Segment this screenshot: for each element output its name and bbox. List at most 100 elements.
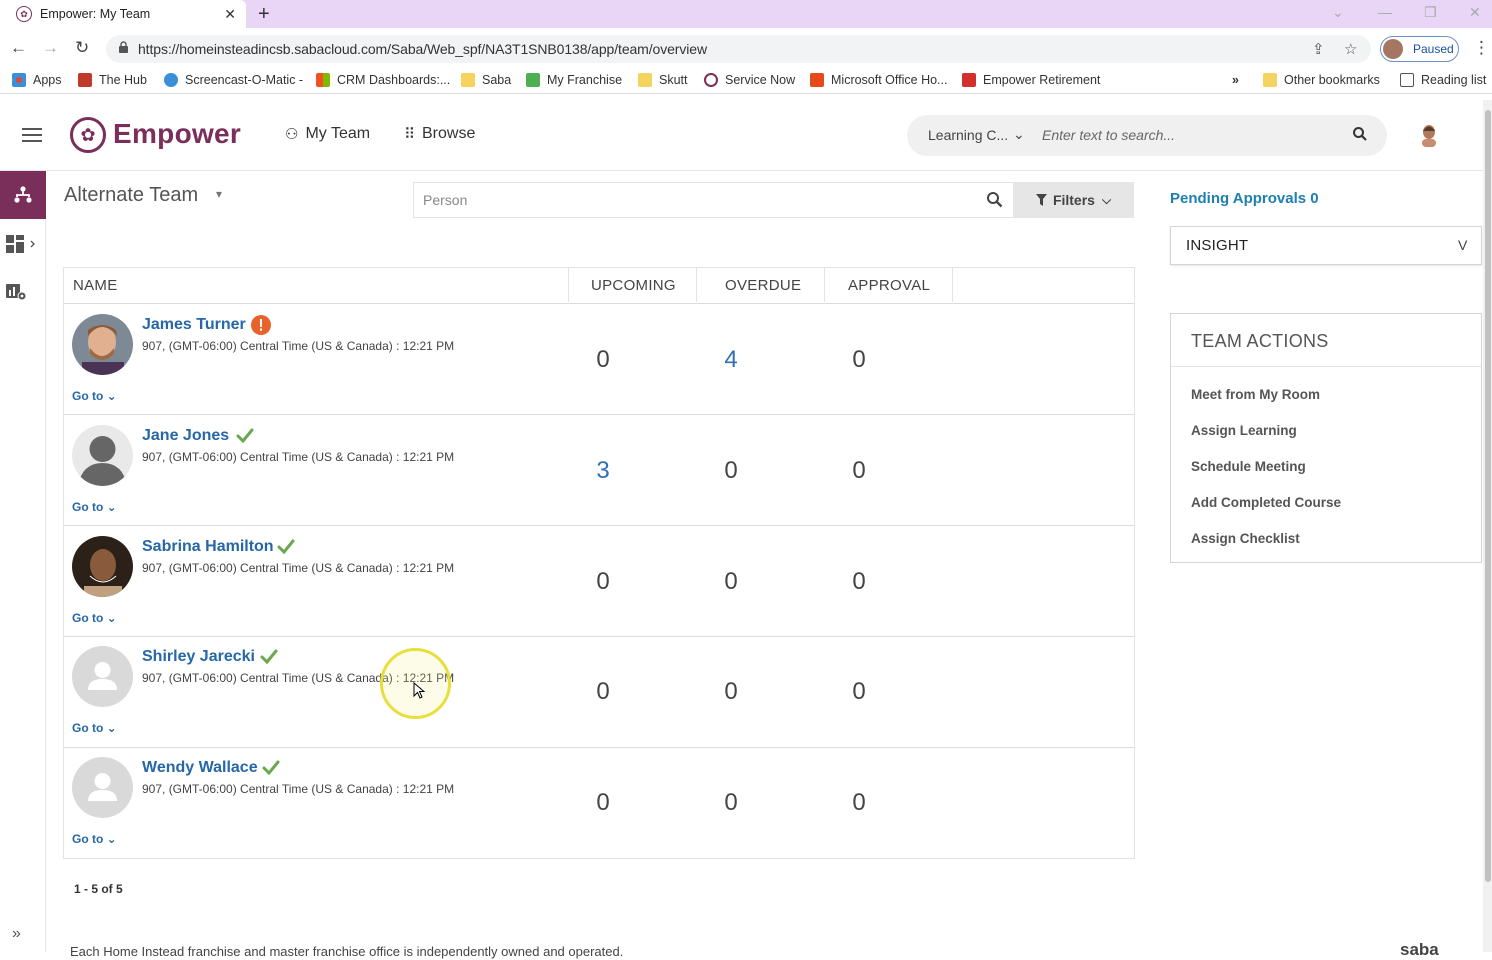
search-input[interactable] bbox=[1042, 122, 1332, 148]
browser-tab[interactable]: ✿ Empower: My Team ✕ bbox=[0, 0, 246, 28]
search-icon[interactable] bbox=[1352, 126, 1368, 142]
chevron-down-icon[interactable]: ⌄ bbox=[1013, 126, 1025, 143]
rail-admin[interactable] bbox=[5, 280, 41, 304]
avatar[interactable] bbox=[72, 646, 133, 707]
saba-logo: saba bbox=[1400, 940, 1439, 959]
column-divider bbox=[952, 268, 953, 302]
person-search-input[interactable] bbox=[423, 188, 963, 212]
column-divider bbox=[824, 268, 825, 302]
bookmark-crm-dashboards[interactable]: CRM Dashboards:... bbox=[316, 73, 450, 87]
bookmark-service-now[interactable]: Service Now bbox=[704, 73, 795, 87]
new-tab-icon[interactable]: + bbox=[258, 3, 270, 26]
bookmark-my-franchise[interactable]: My Franchise bbox=[526, 73, 622, 87]
person-name[interactable]: Sabrina Hamilton bbox=[142, 538, 274, 556]
lock-icon[interactable] bbox=[118, 41, 129, 53]
bookmark-saba[interactable]: Saba bbox=[461, 73, 511, 87]
grid-icon: ⠿ bbox=[404, 126, 415, 143]
approval-count: 0 bbox=[852, 789, 866, 816]
team-actions-title: TEAM ACTIONS bbox=[1191, 331, 1329, 351]
share-icon[interactable]: ⇪ bbox=[1312, 40, 1325, 58]
overdue-count[interactable]: 4 bbox=[711, 346, 751, 374]
bookmarks-bar: Apps The Hub Screencast-O-Matic - CRM Da… bbox=[0, 68, 1492, 94]
check-icon bbox=[277, 539, 295, 555]
tab-title: Empower: My Team bbox=[40, 7, 151, 21]
person-meta: 907, (GMT-06:00) Central Time (US & Cana… bbox=[142, 450, 455, 464]
bookmark-star-icon[interactable]: ☆ bbox=[1344, 40, 1357, 58]
person-name[interactable]: Jane Jones bbox=[142, 427, 229, 445]
logo-text[interactable]: Empower bbox=[113, 118, 241, 150]
team-title[interactable]: Alternate Team bbox=[64, 184, 198, 207]
bookmark-screencast[interactable]: Screencast-O-Matic - bbox=[164, 73, 303, 87]
bookmark-apps[interactable]: Apps bbox=[12, 73, 62, 87]
action-assign-checklist[interactable]: Assign Checklist bbox=[1191, 531, 1300, 546]
filters-button[interactable]: Filters ⌵ bbox=[1013, 182, 1134, 218]
avatar[interactable] bbox=[72, 757, 133, 818]
scrollbar-thumb[interactable] bbox=[1485, 110, 1491, 882]
expand-rail-icon[interactable]: » bbox=[12, 925, 21, 943]
column-header-upcoming[interactable]: UPCOMING bbox=[591, 268, 676, 302]
avatar[interactable] bbox=[72, 314, 133, 375]
column-header-approval[interactable]: APPROVAL bbox=[848, 268, 930, 302]
reading-list-icon bbox=[1400, 73, 1414, 87]
nav-my-team[interactable]: ⚇ My Team bbox=[285, 125, 370, 143]
upcoming-count: 0 bbox=[596, 678, 610, 705]
restore-icon[interactable]: ❐ bbox=[1424, 4, 1437, 21]
column-divider bbox=[568, 268, 569, 302]
upcoming-count[interactable]: 3 bbox=[583, 457, 623, 485]
person-name[interactable]: Shirley Jarecki bbox=[142, 648, 255, 666]
action-add-completed-course[interactable]: Add Completed Course bbox=[1191, 495, 1341, 510]
bookmark-the-hub[interactable]: The Hub bbox=[78, 73, 147, 87]
column-header-name[interactable]: NAME bbox=[73, 268, 118, 302]
bookmark-other[interactable]: Other bookmarks bbox=[1263, 73, 1380, 87]
browser-menu-icon[interactable]: ⋮ bbox=[1473, 38, 1490, 58]
goto-menu[interactable]: Go to ⌄ bbox=[72, 611, 117, 625]
bookmark-skutt[interactable]: Skutt bbox=[638, 73, 688, 87]
action-assign-learning[interactable]: Assign Learning bbox=[1191, 423, 1297, 438]
goto-menu[interactable]: Go to ⌄ bbox=[72, 832, 117, 846]
person-name[interactable]: James Turner bbox=[142, 316, 246, 334]
tab-search-icon[interactable]: ⌄ bbox=[1332, 4, 1344, 21]
avatar[interactable] bbox=[72, 425, 133, 486]
empower-logo-icon[interactable]: ✿ bbox=[70, 117, 106, 153]
reading-list[interactable]: Reading list bbox=[1400, 73, 1486, 87]
bookmark-office[interactable]: Microsoft Office Ho... bbox=[810, 73, 947, 87]
nav-browse[interactable]: ⠿ Browse bbox=[404, 125, 475, 143]
action-schedule-meeting[interactable]: Schedule Meeting bbox=[1191, 459, 1306, 474]
hamburger-menu-icon[interactable] bbox=[22, 128, 42, 146]
avatar[interactable] bbox=[72, 536, 133, 597]
divider bbox=[1171, 366, 1481, 367]
bookmarks-overflow[interactable]: » bbox=[1232, 73, 1239, 87]
action-meet-from-my-room[interactable]: Meet from My Room bbox=[1191, 387, 1320, 402]
team-dropdown-icon[interactable]: ▾ bbox=[216, 187, 222, 201]
person-name[interactable]: Wendy Wallace bbox=[142, 759, 258, 777]
minimize-icon[interactable]: — bbox=[1378, 4, 1392, 20]
url-text[interactable]: https://homeinsteadincsb.sabacloud.com/S… bbox=[138, 41, 707, 57]
chevron-down-icon[interactable]: V bbox=[1458, 237, 1467, 253]
back-icon[interactable]: ← bbox=[10, 38, 27, 58]
reload-icon[interactable]: ↻ bbox=[75, 38, 89, 58]
profile-button[interactable]: Paused bbox=[1380, 36, 1459, 62]
goto-menu[interactable]: Go to ⌄ bbox=[72, 721, 117, 735]
user-avatar[interactable] bbox=[1418, 123, 1440, 147]
filter-funnel-icon bbox=[1035, 194, 1047, 206]
rail-dashboard[interactable] bbox=[5, 232, 41, 256]
column-header-overdue[interactable]: OVERDUE bbox=[725, 268, 801, 302]
pending-approvals-link[interactable]: Pending Approvals 0 bbox=[1170, 190, 1319, 207]
search-scope-select[interactable]: Learning C... bbox=[928, 127, 1008, 143]
pagination-summary: 1 - 5 of 5 bbox=[74, 882, 123, 896]
person-meta: 907, (GMT-06:00) Central Time (US & Cana… bbox=[142, 782, 455, 796]
overdue-count: 0 bbox=[724, 789, 738, 816]
insight-label: INSIGHT bbox=[1186, 237, 1249, 254]
goto-menu[interactable]: Go to ⌄ bbox=[72, 500, 117, 514]
bookmark-empower-retirement[interactable]: Empower Retirement bbox=[962, 73, 1100, 87]
screencast-icon bbox=[164, 73, 178, 87]
goto-menu[interactable]: Go to ⌄ bbox=[72, 389, 117, 403]
empower-favicon-icon: ✿ bbox=[16, 6, 32, 22]
close-window-icon[interactable]: ✕ bbox=[1469, 4, 1481, 21]
close-tab-icon[interactable]: ✕ bbox=[224, 6, 236, 23]
rail-my-team[interactable] bbox=[0, 171, 46, 219]
check-icon bbox=[262, 760, 280, 776]
search-icon[interactable] bbox=[986, 191, 1003, 208]
forward-icon[interactable]: → bbox=[42, 38, 59, 58]
check-icon bbox=[260, 649, 278, 665]
